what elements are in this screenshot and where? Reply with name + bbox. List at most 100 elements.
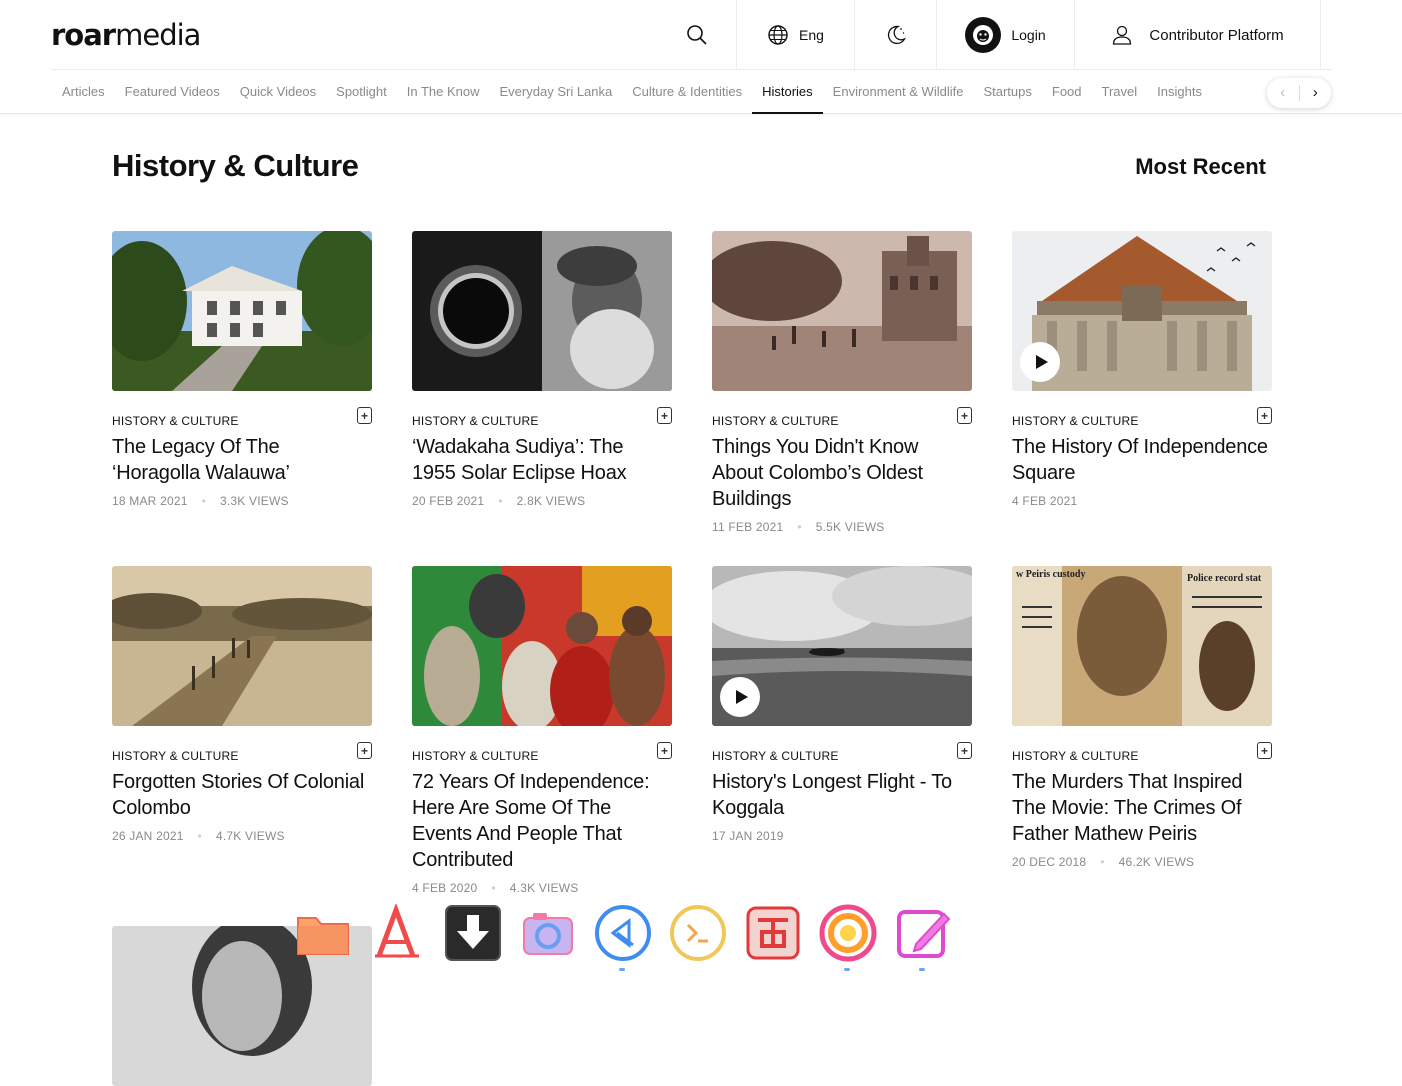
image-text-right: Police record stat <box>1187 573 1262 584</box>
article-category[interactable]: HISTORY & CULTURE <box>112 414 239 428</box>
chevron-right-icon[interactable]: › <box>1300 78 1332 108</box>
contributor-platform-button[interactable]: Contributor Platform <box>1075 0 1321 70</box>
search-icon <box>686 25 707 45</box>
font-viewer-icon[interactable] <box>360 895 435 971</box>
article-category[interactable]: HISTORY & CULTURE <box>112 749 239 763</box>
play-video-icon[interactable] <box>720 677 760 717</box>
chevron-left-icon[interactable]: ‹ <box>1267 78 1299 108</box>
article-views: 46.2K VIEWS <box>1118 855 1195 869</box>
article-date: 4 FEB 2020 <box>412 881 478 895</box>
category-row: HISTORY & CULTURE + <box>412 407 672 428</box>
article-meta: 4 FEB 2020 • 4.3K VIEWS <box>412 881 672 895</box>
firefox-icon[interactable] <box>810 895 885 971</box>
article-meta: 20 FEB 2021 • 2.8K VIEWS <box>412 494 672 508</box>
dark-mode-toggle[interactable] <box>855 0 937 70</box>
language-selector[interactable]: Eng <box>737 0 855 70</box>
login-label: Login <box>1011 27 1046 43</box>
article-card[interactable]: HISTORY & CULTURE + History's Longest Fl… <box>712 566 972 843</box>
sort-most-recent[interactable]: Most Recent <box>1135 154 1266 180</box>
article-card[interactable]: HISTORY & CULTURE + 72 Years Of Independ… <box>412 566 672 895</box>
nav-item-histories[interactable]: Histories <box>752 70 823 114</box>
category-nav: Articles Featured Videos Quick Videos Spotl… <box>0 70 1402 114</box>
category-row: HISTORY & CULTURE + <box>1012 742 1272 763</box>
meta-separator: • <box>491 881 496 895</box>
category-row: HISTORY & CULTURE + <box>712 407 972 428</box>
meta-separator: • <box>201 494 206 508</box>
login-button[interactable]: Login <box>937 0 1075 70</box>
meta-separator: • <box>797 520 802 534</box>
article-meta: 18 MAR 2021 • 3.3K VIEWS <box>112 494 372 508</box>
nav-item-in-the-know[interactable]: In The Know <box>397 70 490 114</box>
text-editor-icon[interactable] <box>885 895 960 971</box>
nav-item-startups[interactable]: Startups <box>973 70 1041 114</box>
code-editor-icon[interactable] <box>585 895 660 971</box>
article-title[interactable]: History's Longest Flight - To Koggala <box>712 769 972 821</box>
article-title[interactable]: Things You Didn't Know About Colombo’s O… <box>712 434 972 512</box>
article-card[interactable]: w Peiris custody Police record stat HIST… <box>1012 566 1272 869</box>
nav-item-spotlight[interactable]: Spotlight <box>326 70 397 114</box>
files-icon[interactable] <box>285 895 360 971</box>
language-label: Eng <box>799 27 824 43</box>
article-category[interactable]: HISTORY & CULTURE <box>1012 749 1139 763</box>
nav-item-articles[interactable]: Articles <box>52 70 115 114</box>
downloader-icon[interactable] <box>435 895 510 971</box>
search-button[interactable] <box>657 0 737 70</box>
article-views: 3.3K VIEWS <box>219 494 289 508</box>
bookmark-add-icon[interactable]: + <box>957 407 972 424</box>
article-title[interactable]: The Murders That Inspired The Movie: The… <box>1012 769 1272 847</box>
article-thumbnail[interactable] <box>112 566 372 726</box>
article-date: 20 FEB 2021 <box>412 494 485 508</box>
nav-item-insights[interactable]: Insights <box>1147 70 1212 114</box>
terminal-icon[interactable] <box>660 895 735 971</box>
article-category[interactable]: HISTORY & CULTURE <box>712 749 839 763</box>
article-card[interactable]: HISTORY & CULTURE + The Legacy Of The ‘H… <box>112 231 372 508</box>
article-thumbnail[interactable] <box>712 566 972 726</box>
article-thumbnail[interactable] <box>412 231 672 391</box>
article-views: 2.8K VIEWS <box>516 494 586 508</box>
article-card[interactable]: HISTORY & CULTURE + ‘Wadakaha Sudiya’: T… <box>412 231 672 508</box>
contributor-label: Contributor Platform <box>1149 26 1284 44</box>
roarmedia-logo[interactable]: roarmedia <box>51 18 201 52</box>
bookmark-add-icon[interactable]: + <box>1257 742 1272 759</box>
nav-item-food[interactable]: Food <box>1042 70 1092 114</box>
article-title[interactable]: The History Of Independence Square <box>1012 434 1272 486</box>
nav-item-featured-videos[interactable]: Featured Videos <box>115 70 230 114</box>
article-thumbnail[interactable] <box>1012 231 1272 391</box>
nav-item-travel[interactable]: Travel <box>1092 70 1148 114</box>
article-category[interactable]: HISTORY & CULTURE <box>412 749 539 763</box>
bookmark-add-icon[interactable]: + <box>657 407 672 424</box>
screenshot-icon[interactable] <box>510 895 585 971</box>
article-thumbnail[interactable] <box>112 231 372 391</box>
article-card[interactable]: HISTORY & CULTURE + Things You Didn't Kn… <box>712 231 972 534</box>
article-title[interactable]: Forgotten Stories Of Colonial Colombo <box>112 769 372 821</box>
article-title[interactable]: The Legacy Of The ‘Horagolla Walauwa’ <box>112 434 372 486</box>
article-category[interactable]: HISTORY & CULTURE <box>412 414 539 428</box>
article-thumbnail[interactable] <box>712 231 972 391</box>
article-thumbnail[interactable] <box>412 566 672 726</box>
play-video-icon[interactable] <box>1020 342 1060 382</box>
article-title[interactable]: 72 Years Of Independence: Here Are Some … <box>412 769 672 873</box>
article-thumbnail[interactable]: w Peiris custody Police record stat <box>1012 566 1272 726</box>
meta-separator: • <box>197 829 202 843</box>
bookmark-add-icon[interactable]: + <box>1257 407 1272 424</box>
bookmark-add-icon[interactable]: + <box>357 407 372 424</box>
bookmark-add-icon[interactable]: + <box>957 742 972 759</box>
bookmark-add-icon[interactable]: + <box>357 742 372 759</box>
bookmark-add-icon[interactable]: + <box>657 742 672 759</box>
office-icon[interactable] <box>735 895 810 971</box>
article-title[interactable]: ‘Wadakaha Sudiya’: The 1955 Solar Eclips… <box>412 434 672 486</box>
article-card[interactable]: HISTORY & CULTURE + Forgotten Stories Of… <box>112 566 372 843</box>
article-meta: 4 FEB 2021 <box>1012 494 1272 508</box>
nav-item-culture-identities[interactable]: Culture & Identities <box>622 70 752 114</box>
nav-item-quick-videos[interactable]: Quick Videos <box>230 70 326 114</box>
article-date: 18 MAR 2021 <box>112 494 188 508</box>
article-meta: 17 JAN 2019 <box>712 829 972 843</box>
article-card[interactable]: HISTORY & CULTURE + The History Of Indep… <box>1012 231 1272 508</box>
user-icon <box>1113 25 1132 45</box>
article-category[interactable]: HISTORY & CULTURE <box>1012 414 1139 428</box>
article-meta: 11 FEB 2021 • 5.5K VIEWS <box>712 520 972 534</box>
nav-item-environment-wildlife[interactable]: Environment & Wildlife <box>823 70 974 114</box>
nav-item-everyday-sri-lanka[interactable]: Everyday Sri Lanka <box>490 70 623 114</box>
category-row: HISTORY & CULTURE + <box>1012 407 1272 428</box>
article-category[interactable]: HISTORY & CULTURE <box>712 414 839 428</box>
